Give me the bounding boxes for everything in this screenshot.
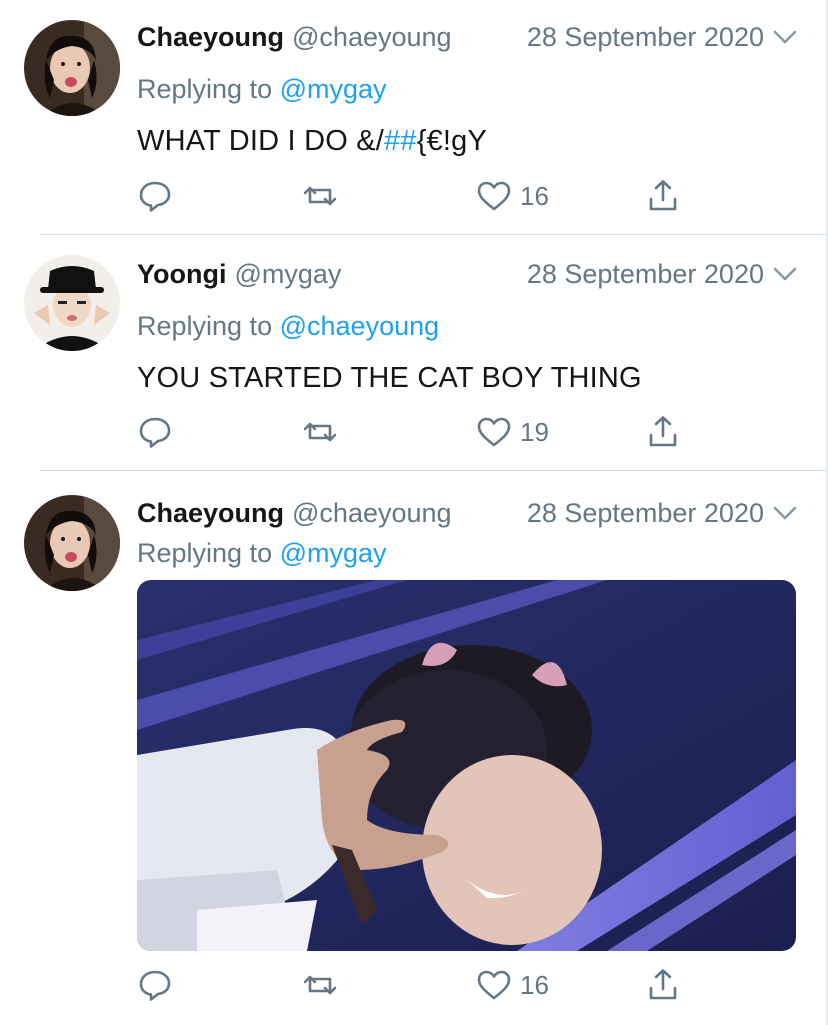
like-count: 16 [520,180,549,211]
like-button[interactable]: 19 [476,412,549,452]
reply-button[interactable] [137,412,173,452]
like-icon [477,417,511,447]
tweet-date[interactable]: 28 September 2020 [527,22,764,53]
like-icon [477,181,511,211]
tweet-media-image[interactable] [137,580,796,951]
share-button[interactable] [645,176,681,216]
reply-button[interactable] [137,176,173,216]
reply-button[interactable] [137,965,173,1005]
retweet-icon [303,975,337,995]
user-handle[interactable]: @mygay [234,259,341,289]
share-button[interactable] [645,412,681,452]
hashtag-link[interactable]: ## [384,125,417,157]
replying-prefix: Replying to [137,74,273,104]
tweet-date[interactable]: 28 September 2020 [527,498,764,529]
chevron-down-icon[interactable] [772,26,798,48]
mention-link[interactable]: @chaeyoung [280,311,440,341]
replying-to: Replying to @chaeyoung [137,311,439,342]
tweet-text-part: WHAT DID I DO &/ [137,125,385,157]
display-name[interactable]: Chaeyoung [137,498,284,528]
tweet-1[interactable]: Chaeyoung @chaeyoung 28 September 2020 Re… [0,0,828,234]
tweet-text: YOU STARTED THE CAT BOY THING [137,362,642,394]
share-icon [649,416,677,447]
replying-prefix: Replying to [137,311,273,341]
tweet-header: Yoongi @mygay 28 September 2020 [137,259,798,293]
avatar-chaeyoung[interactable] [24,20,120,116]
like-button[interactable]: 16 [476,176,549,216]
reply-icon [139,970,171,1001]
replying-to: Replying to @mygay [137,538,387,569]
mention-link[interactable]: @mygay [280,74,387,104]
tweet-text-part: {€!gY [416,125,488,157]
retweet-button[interactable] [302,412,338,452]
share-icon [649,180,677,211]
retweet-icon [303,186,337,206]
replying-to: Replying to @mygay [137,74,387,105]
avatar-yoongi[interactable] [24,255,120,351]
tweet-text: WHAT DID I DO &/##{€!gY [137,125,487,158]
like-count: 19 [520,416,549,447]
tweet-header: Chaeyoung @chaeyoung 28 September 2020 [137,498,798,532]
tweet-date[interactable]: 28 September 2020 [527,259,764,290]
reply-icon [139,181,171,212]
tweet-actions: 19 [137,412,697,452]
share-icon [649,969,677,1000]
reply-icon [139,417,171,448]
avatar-chaeyoung[interactable] [24,495,120,591]
share-button[interactable] [645,965,681,1005]
tweet-2[interactable]: Yoongi @mygay 28 September 2020 Replying … [0,235,828,470]
tweet-header: Chaeyoung @chaeyoung 28 September 2020 [137,22,798,56]
replying-prefix: Replying to [137,538,273,568]
display-name[interactable]: Chaeyoung [137,22,284,52]
like-count: 16 [520,969,549,1000]
user-handle[interactable]: @chaeyoung [292,498,452,528]
retweet-icon [303,422,337,442]
retweet-button[interactable] [302,176,338,216]
user-handle[interactable]: @chaeyoung [292,22,452,52]
chevron-down-icon[interactable] [772,263,798,285]
like-icon [477,970,511,1000]
tweet-actions: 16 [137,965,697,1005]
like-button[interactable]: 16 [476,965,549,1005]
retweet-button[interactable] [302,965,338,1005]
display-name[interactable]: Yoongi [137,259,226,289]
mention-link[interactable]: @mygay [280,538,387,568]
tweet-actions: 16 [137,176,697,216]
chevron-down-icon[interactable] [772,502,798,524]
